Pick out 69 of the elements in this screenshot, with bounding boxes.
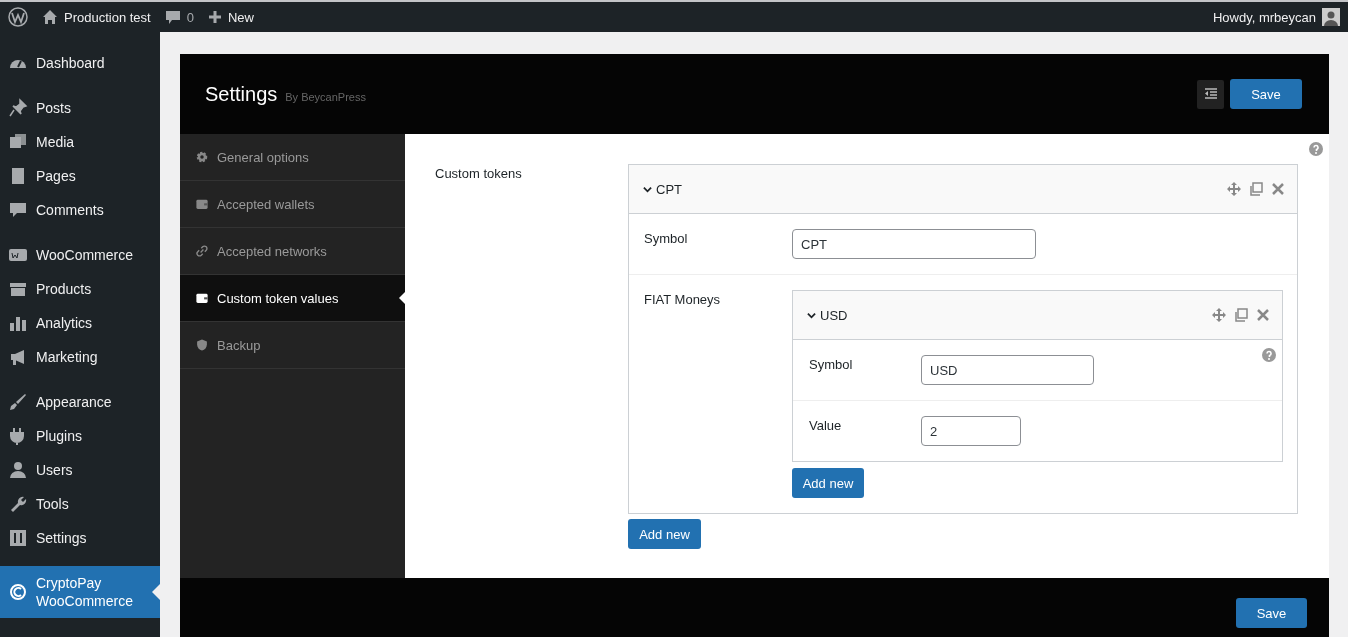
home-icon[interactable] [42,9,58,25]
new-link[interactable]: New [227,9,254,25]
help-icon[interactable] [1262,348,1276,362]
sliders-icon [8,528,28,548]
chevron-icon[interactable] [807,310,816,320]
field-label: Symbol [808,356,854,374]
settings-tab[interactable]: General options [180,134,405,181]
current-pointer [399,292,405,304]
gear-icon [195,150,209,164]
move-icon[interactable] [1212,308,1226,322]
text-input[interactable]: USD [921,355,1094,385]
wallet-icon [195,197,209,211]
speech-bubble-icon [8,200,28,220]
sidebar-item[interactable]: Marketing [0,340,160,374]
comment-count: 0 [186,9,194,25]
page-title: Settings [205,82,278,106]
save-button[interactable]: Save [1236,598,1307,628]
sidebar-item[interactable]: Dashboard [0,46,160,80]
site-name-link[interactable]: Production test [64,9,151,25]
field-label: Value [808,417,843,435]
close-icon[interactable] [1271,182,1285,196]
field-label: Custom tokens [435,165,523,183]
sidebar-item[interactable]: Posts [0,91,160,125]
page-subtitle: By BeycanPress [285,90,366,103]
copy-icon[interactable] [1234,308,1248,322]
coin-icon [8,582,28,602]
text-input[interactable]: 2 [921,416,1021,446]
wordpress-logo[interactable] [8,7,28,27]
greeting-link[interactable]: Howdy, mrbeycan [1212,9,1316,25]
save-button[interactable]: Save [1230,79,1302,109]
settings-tab[interactable]: Backup [180,322,405,369]
sidebar-item[interactable]: Settings [0,521,160,555]
menu-toggle-button[interactable] [1197,79,1224,109]
group-title: USD [820,307,848,323]
user-icon [8,460,28,480]
chevron-icon[interactable] [643,184,652,194]
plus-icon[interactable] [207,10,222,24]
close-icon[interactable] [1256,308,1270,322]
help-icon[interactable] [1309,142,1323,156]
settings-tab[interactable]: Custom token values [180,275,405,322]
sidebar-item[interactable]: Users [0,453,160,487]
settings-tab[interactable]: Accepted wallets [180,181,405,228]
sidebar-item[interactable]: WooCommerce [0,238,160,272]
sidebar-item[interactable]: Plugins [0,419,160,453]
sidebar-item[interactable]: Pages [0,159,160,193]
brush-icon [8,392,28,412]
speech-bubble-icon[interactable] [164,9,181,25]
avatar-icon[interactable] [1322,8,1340,26]
sidebar-item[interactable]: CryptoPay WooCommerce [0,566,160,618]
wallet-icon [195,291,209,305]
sidebar-item[interactable]: Media [0,125,160,159]
sidebar-item[interactable]: Tools [0,487,160,521]
add-new-button[interactable]: Add new [792,468,864,498]
add-new-button[interactable]: Add new [628,519,701,549]
sidebar-item[interactable]: Products [0,272,160,306]
pushpin-icon [8,98,28,118]
field-label: FIAT Moneys [644,291,722,309]
move-icon[interactable] [1227,182,1241,196]
indent-icon [1203,87,1218,101]
sidebar-item[interactable]: Appearance [0,385,160,419]
current-pointer [152,584,160,600]
link-icon [195,244,209,258]
sidebar-item[interactable]: Analytics [0,306,160,340]
symbol-input[interactable]: CPT [792,229,1036,259]
copy-icon[interactable] [1249,182,1263,196]
sidebar-item[interactable]: Comments [0,193,160,227]
field-label: Symbol [644,230,689,248]
group-title: CPT [656,181,682,197]
shield-icon [195,338,209,352]
